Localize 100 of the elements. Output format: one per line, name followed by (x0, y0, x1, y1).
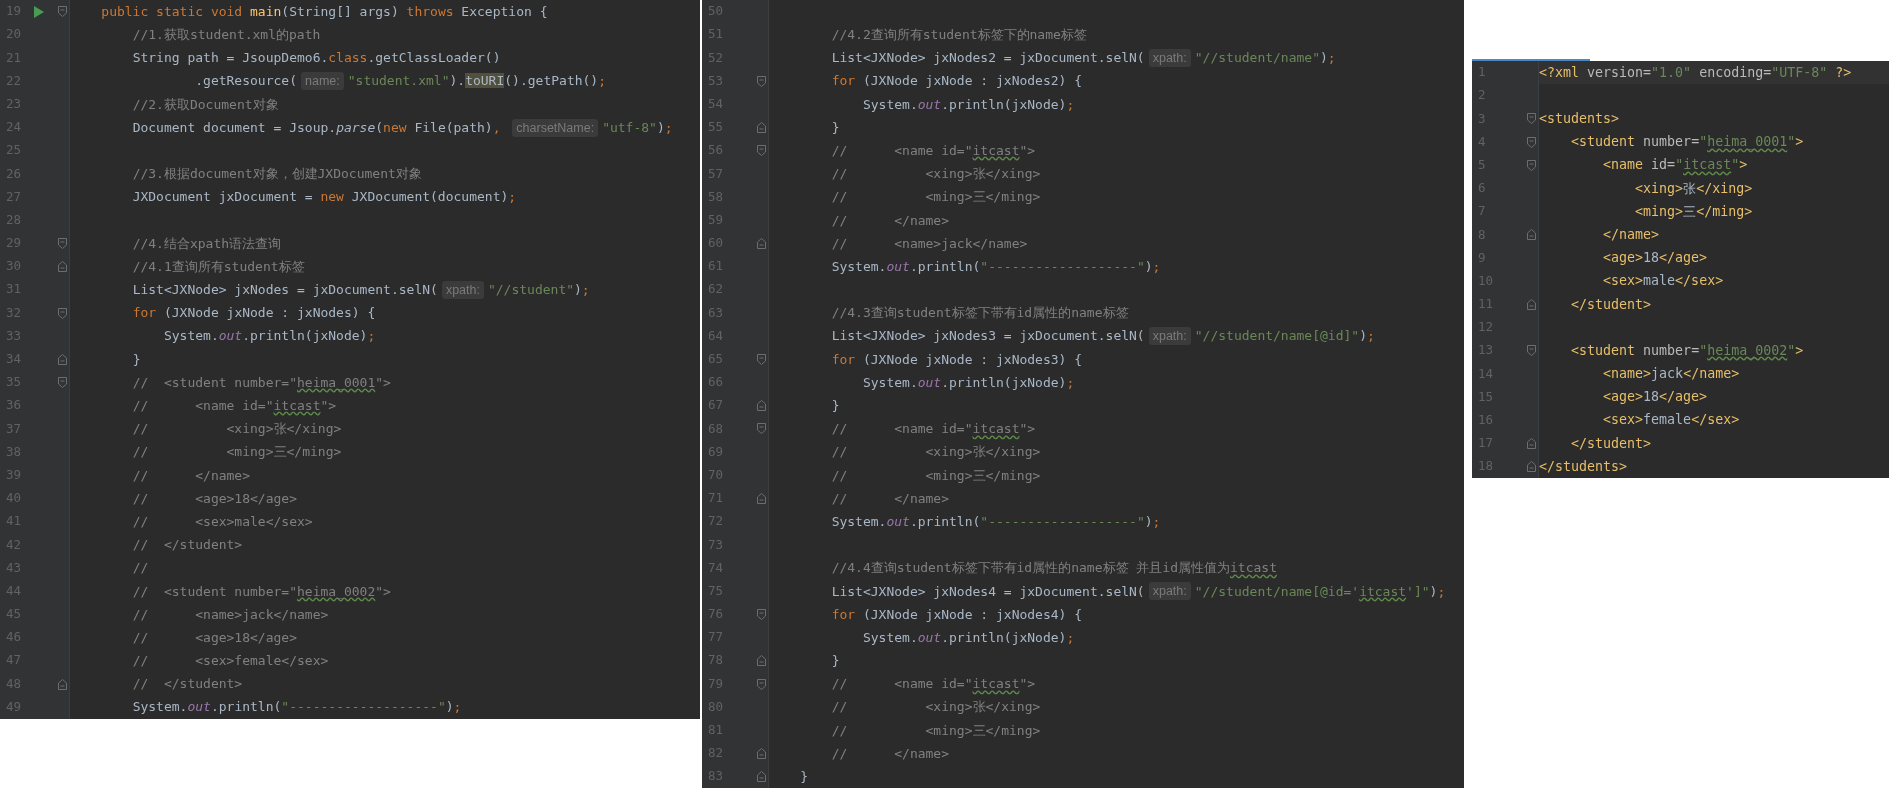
code-text: // <ming>三</ming> (831, 466, 1041, 485)
code-text: } (831, 652, 840, 671)
fold-marker-icon[interactable] (57, 307, 67, 319)
fold-marker-icon[interactable] (756, 122, 766, 134)
code-text: List<JXNode> jxNodes4 = jxDocument.selN( (831, 582, 1145, 601)
fold-marker-icon[interactable] (57, 261, 67, 273)
code-text: // <sex>female</sex> (132, 652, 329, 671)
code-text: // </student> (132, 536, 243, 555)
code-text: <?xml version="1.0" encoding="UTF-8" ?> (1539, 63, 1852, 82)
code-text: "student.xml").toURI().getPath(); (347, 72, 607, 91)
code-text: System.out.println(jxNode); (163, 327, 376, 346)
fold-marker-icon[interactable] (756, 400, 766, 412)
code-text: System.out.println(jxNode); (862, 373, 1075, 392)
fold-marker-icon[interactable] (57, 678, 67, 690)
code-text: <student number="heima_0002"> (1571, 341, 1804, 361)
code-text: //4.2查询所有student标签下的name标签 (831, 26, 1087, 45)
code-text: "//student"); (487, 281, 590, 300)
code-text: <name id="itcast"> (1603, 156, 1748, 175)
fold-marker-icon[interactable] (756, 608, 766, 620)
fold-marker-icon[interactable] (756, 771, 766, 783)
parameter-hint: xpath: (1148, 327, 1191, 346)
fold-marker-icon[interactable] (1526, 438, 1536, 450)
code-text: //1.获取student.xml的path (132, 26, 321, 45)
code-text: //4.3查询student标签下带有id属性的name标签 (831, 304, 1129, 323)
code-text: List<JXNode> jxNodes3 = jxDocument.selN( (831, 327, 1145, 346)
fold-marker-icon[interactable] (756, 237, 766, 249)
code-text: <age>18</age> (1603, 388, 1708, 407)
fold-marker-icon[interactable] (756, 145, 766, 157)
fold-marker-icon[interactable] (756, 75, 766, 87)
code-text: "//student/name"); (1194, 49, 1336, 68)
code-text: </student> (1571, 434, 1652, 453)
fold-marker-icon[interactable] (1526, 345, 1536, 357)
fold-marker-icon[interactable] (1526, 298, 1536, 310)
code-text: // <name id="itcast"> (831, 141, 1036, 160)
code-text: public static void main(String[] args) throws Exception { (101, 2, 548, 21)
code-text: //2.获取Document对象 (132, 95, 279, 114)
code-text: <student number="heima_0001"> (1571, 133, 1804, 152)
code-text: JXDocument jxDocument = new JXDocument(document); (132, 188, 517, 207)
fold-marker-icon[interactable] (57, 377, 67, 389)
code-text: // <name id="itcast"> (831, 675, 1036, 694)
fold-marker-icon[interactable] (57, 237, 67, 249)
code-text: String path = JsoupDemo6.class.getClassLoader() (132, 49, 501, 68)
code-text: List<JXNode> jxNodes2 = jxDocument.selN( (831, 49, 1145, 68)
code-text: // <xing>张</xing> (831, 443, 1041, 462)
code-text: //4.结合xpath语法查询 (132, 234, 282, 253)
fold-marker-icon[interactable] (1526, 136, 1536, 148)
code-text: <ming>三</ming> (1635, 202, 1753, 221)
code-text: // <xing>张</xing> (831, 165, 1041, 184)
fold-marker-icon[interactable] (756, 353, 766, 365)
fold-marker-icon[interactable] (57, 6, 67, 18)
code-text: System.out.println(jxNode); (862, 95, 1075, 114)
code-text: // </name> (831, 744, 950, 763)
code-text: for (JXNode jxNode : jxNodes4) { (831, 605, 1083, 624)
fold-marker-icon[interactable] (756, 748, 766, 760)
code-text: // <ming>三</ming> (831, 188, 1041, 207)
code-text: // <ming>三</ming> (132, 443, 342, 462)
code-text: <xing>张</xing> (1635, 179, 1753, 198)
code-text: // <sex>male</sex> (132, 512, 313, 531)
code-text: // <name>jack</name> (831, 234, 1028, 253)
code-text: <name>jack</name> (1603, 365, 1740, 384)
fold-marker-icon[interactable] (1526, 113, 1536, 125)
fold-marker-icon[interactable] (1526, 229, 1536, 241)
parameter-hint: xpath: (441, 280, 484, 299)
code-text: } (132, 350, 141, 369)
fold-marker-icon[interactable] (1526, 461, 1536, 473)
code-text: System.out.println("-------------------"); (831, 257, 1161, 276)
code-text: } (831, 118, 840, 137)
parameter-hint: xpath: (1148, 582, 1191, 601)
code-text: // <age>18</age> (132, 628, 297, 647)
code-text: for (JXNode jxNode : jxNodes3) { (831, 350, 1083, 369)
code-text: "utf-8"); (602, 118, 673, 137)
fold-marker-icon[interactable] (756, 655, 766, 667)
code-text: Document document = Jsoup.parse(new File(path), (132, 118, 502, 137)
code-text: // <xing>张</xing> (831, 698, 1041, 717)
code-text: for (JXNode jxNode : jxNodes) { (132, 304, 376, 323)
fold-marker-icon[interactable] (57, 353, 67, 365)
parameter-hint: name: (301, 72, 344, 91)
code-text: System.out.println(jxNode); (862, 628, 1075, 647)
code-text: //4.4查询student标签下带有id属性的name标签 并且id属性值为itcast (831, 559, 1277, 578)
fold-marker-icon[interactable] (1526, 159, 1536, 171)
run-icon[interactable] (34, 5, 44, 18)
fold-marker-icon[interactable] (756, 493, 766, 505)
code-text: } (831, 397, 840, 416)
code-text: // </student> (132, 675, 243, 694)
fold-marker-icon[interactable] (756, 678, 766, 690)
parameter-hint: charsetName: (512, 118, 599, 137)
code-text: <age>18</age> (1603, 249, 1708, 268)
code-text: System.out.println("-------------------"); (132, 698, 462, 717)
code-text: .getResource( (195, 72, 297, 91)
code-text: //3.根据document对象，创建JXDocument对象 (132, 165, 422, 184)
parameter-hint: xpath: (1148, 48, 1191, 67)
code-text: <sex>male</sex> (1603, 272, 1724, 291)
code-text: "//student/name[@id]"); (1194, 327, 1375, 346)
code-text: // <student number="heima_0001"> (132, 373, 391, 392)
code-text: </students> (1539, 457, 1628, 476)
code-text: //4.1查询所有student标签 (132, 257, 305, 276)
code-text: <students> (1539, 110, 1620, 128)
code-text: <sex>female</sex> (1603, 411, 1740, 430)
fold-marker-icon[interactable] (756, 423, 766, 435)
code-text: // (132, 559, 149, 578)
